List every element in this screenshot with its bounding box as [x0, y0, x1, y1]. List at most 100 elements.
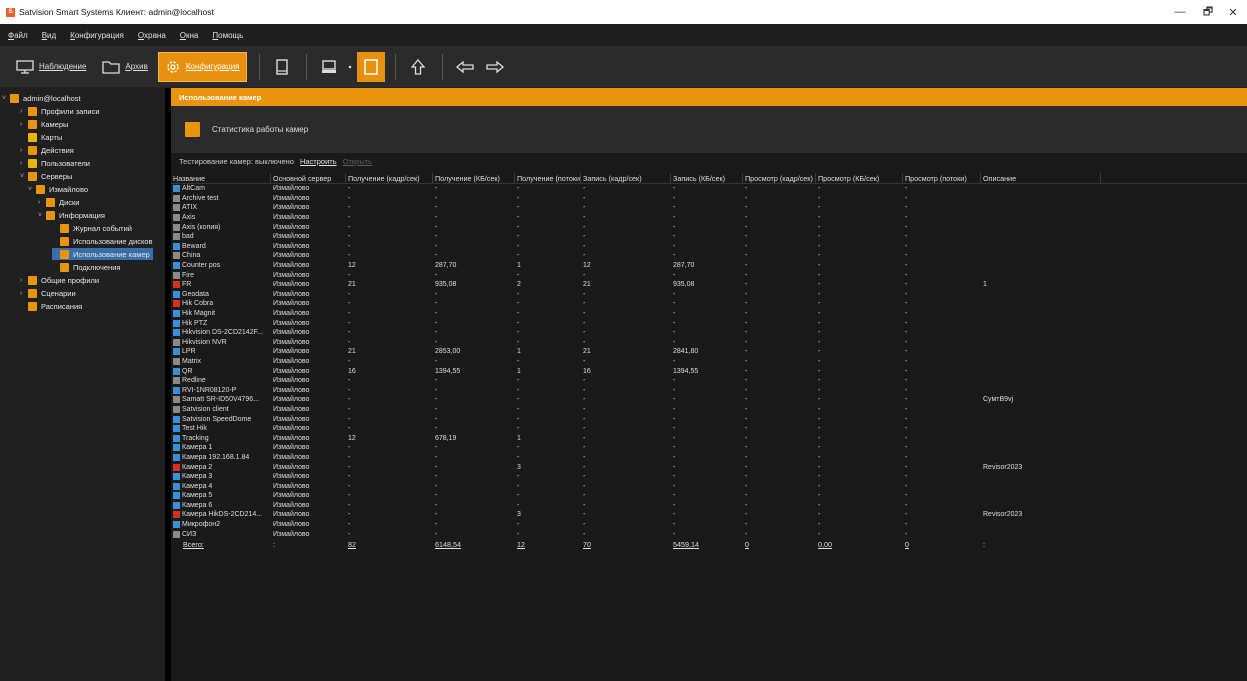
tree-expander-icon[interactable]: ˅: [2, 95, 10, 102]
tree-expander-icon[interactable]: ›: [20, 277, 28, 284]
table-row[interactable]: Камера 5 Измайлово - - - - - - - -: [171, 491, 1247, 501]
table-row[interactable]: Камера 192.168.1.84 Измайлово - - - - - - - -: [171, 453, 1247, 463]
arrow-right-icon[interactable]: [481, 52, 509, 82]
tree-item[interactable]: ˅ Информация: [38, 209, 105, 221]
tree-expander-icon[interactable]: ›: [20, 290, 28, 297]
table-row[interactable]: Камера 3 Измайлово - - - - - - - -: [171, 472, 1247, 482]
archive-button[interactable]: Архив: [96, 52, 153, 82]
arrow-left-icon[interactable]: [451, 52, 479, 82]
table-row[interactable]: LPR Измайлово 21 2853,00 1 21 2841,80 - - -: [171, 347, 1247, 357]
tree-item[interactable]: › Профили записи: [20, 105, 100, 117]
configure-link[interactable]: Настроить: [300, 157, 337, 166]
table-row[interactable]: Geodata Измайлово - - - - - - - -: [171, 290, 1247, 300]
column-header[interactable]: Просмотр (потоки): [903, 173, 981, 183]
table-row[interactable]: ATIX Измайлово - - - - - - - -: [171, 203, 1247, 213]
table-row[interactable]: Hikvision NVR Измайлово - - - - - - - -: [171, 338, 1247, 348]
maximize-button[interactable]: 🗗: [1194, 0, 1222, 24]
table-row[interactable]: Test Hik Измайлово - - - - - - - -: [171, 424, 1247, 434]
column-header[interactable]: Название: [171, 173, 271, 183]
table-row[interactable]: Counter pos Измайлово 12 287,70 1 12 287,70 - - -: [171, 261, 1247, 271]
column-header[interactable]: Просмотр (кадр/сек): [743, 173, 816, 183]
tree-expander-icon[interactable]: ˅: [28, 186, 36, 193]
arrow-up-icon[interactable]: [404, 52, 432, 82]
tree-item[interactable]: ˅ Серверы: [20, 170, 72, 182]
tree-item[interactable]: Журнал событий: [52, 222, 132, 234]
column-header[interactable]: Получение (кадр/сек): [346, 173, 433, 183]
table-cell: [983, 184, 1103, 194]
table-row[interactable]: Hik PTZ Измайлово - - - - - - - -: [171, 318, 1247, 328]
close-button[interactable]: ✕: [1219, 0, 1247, 24]
panel-toggle-icon[interactable]: [356, 51, 385, 82]
table-row[interactable]: Samatt SR-ID50V4796... Измайлово - - - - - - - - С…: [171, 395, 1247, 405]
table-row[interactable]: China Измайлово - - - - - - - -: [171, 251, 1247, 261]
table-cell: -: [583, 415, 586, 423]
table-row[interactable]: Hik Cobra Измайлово - - - - - - - -: [171, 299, 1247, 309]
table-row[interactable]: Камера 1 Измайлово - - - - - - - -: [171, 443, 1247, 453]
table-row[interactable]: СИЗ Измайлово - - - - - - - -: [171, 529, 1247, 539]
table-row[interactable]: Микрофон2 Измайлово - - - - - - - -: [171, 520, 1247, 530]
column-header[interactable]: Получение (потоки): [515, 173, 581, 183]
column-header[interactable]: Описание: [981, 173, 1101, 183]
dropdown-dot-icon[interactable]: [345, 52, 355, 82]
table-row[interactable]: RVI-1NR08120-P Измайлово - - - - - - - -: [171, 385, 1247, 395]
minimize-button[interactable]: —: [1166, 0, 1194, 24]
table-row[interactable]: Redline Измайлово - - - - - - - -: [171, 376, 1247, 386]
single-window-icon[interactable]: [268, 52, 296, 82]
tree-expander-icon[interactable]: ›: [20, 160, 28, 167]
table-row[interactable]: Камера 4 Измайлово - - - - - - - -: [171, 481, 1247, 491]
table-row[interactable]: QR Измайлово 16 1394,55 1 16 1394,55 - - -: [171, 366, 1247, 376]
table-row[interactable]: Камера HikDS-2CD214... Измайлово - - 3 - - - - - R…: [171, 510, 1247, 520]
table-row[interactable]: Axis Измайлово - - - - - - - -: [171, 213, 1247, 223]
menu-help[interactable]: Помощь: [212, 31, 243, 40]
tree-item[interactable]: Расписания: [20, 300, 82, 312]
tree-item[interactable]: ˅ admin@localhost: [2, 92, 81, 104]
tree-item[interactable]: › Диски: [38, 196, 80, 208]
tree-item[interactable]: Подключения: [52, 261, 120, 273]
column-header[interactable]: Запись (КБ/сек): [671, 173, 743, 183]
table-row[interactable]: Beward Измайлово - - - - - - - -: [171, 242, 1247, 252]
tree-item[interactable]: › Камеры: [20, 118, 68, 130]
tree-expander-icon[interactable]: ˅: [20, 173, 28, 180]
table-row[interactable]: Satvision client Измайлово - - - - - - - -: [171, 405, 1247, 415]
monitoring-button[interactable]: Наблюдение: [10, 52, 92, 82]
tree-item[interactable]: › Пользователи: [20, 157, 90, 169]
tree-item[interactable]: › Общие профили: [20, 274, 99, 286]
table-row[interactable]: Камера 2 Измайлово - - 3 - - - - - Revisor2023: [171, 462, 1247, 472]
menu-security[interactable]: Охрана: [138, 31, 166, 40]
tree-expander-icon[interactable]: ˅: [38, 212, 46, 219]
tree-expander-icon[interactable]: ›: [20, 108, 28, 115]
tree-item[interactable]: › Действия: [20, 144, 74, 156]
tree-expander-icon[interactable]: ›: [20, 121, 28, 128]
table-row[interactable]: Satvision SpeedDome Измайлово - - - - - - - -: [171, 414, 1247, 424]
configuration-button[interactable]: Конфигурация: [157, 51, 247, 82]
menu-configuration[interactable]: Конфигурация: [70, 31, 124, 40]
menu-view[interactable]: Вид: [42, 31, 56, 40]
table-row[interactable]: Archive test Измайлово - - - - - - - -: [171, 194, 1247, 204]
table-row[interactable]: Камера 6 Измайлово - - - - - - - -: [171, 501, 1247, 511]
table-header: Название Основной сервер Получение (кадр/с…: [171, 173, 1247, 184]
tree-item[interactable]: ˅ Измайлово: [28, 183, 88, 195]
menu-file[interactable]: Файл: [8, 31, 28, 40]
column-header[interactable]: Основной сервер: [271, 173, 346, 183]
tree-expander-icon[interactable]: ›: [20, 147, 28, 154]
table-row[interactable]: Tracking Измайлово 12 678,19 1 - - - - -: [171, 433, 1247, 443]
tree-item[interactable]: Использование камер: [52, 248, 153, 260]
menu-windows[interactable]: Окна: [180, 31, 199, 40]
tree-expander-icon[interactable]: ›: [38, 199, 46, 206]
table-cell: -: [745, 357, 748, 365]
table-row[interactable]: AltCam Измайлово - - - - - - - -: [171, 184, 1247, 194]
tree-item[interactable]: Использование дисков: [52, 235, 153, 247]
table-row[interactable]: Axis (копия) Измайлово - - - - - - - -: [171, 222, 1247, 232]
tree-item[interactable]: › Сценарии: [20, 287, 76, 299]
column-header[interactable]: Получение (КБ/сек): [433, 173, 515, 183]
column-header[interactable]: Просмотр (КБ/сек): [816, 173, 903, 183]
table-row[interactable]: Hik Magnit Измайлово - - - - - - - -: [171, 309, 1247, 319]
table-row[interactable]: Hikvision DS-2CD2142F... Измайлово - - - - - - -…: [171, 328, 1247, 338]
table-row[interactable]: Fire Измайлово - - - - - - - -: [171, 270, 1247, 280]
table-row[interactable]: bad Измайлово - - - - - - - -: [171, 232, 1247, 242]
table-row[interactable]: FR Измайлово 21 935,08 2 21 935,08 - - - 1: [171, 280, 1247, 290]
column-header[interactable]: Запись (кадр/сек): [581, 173, 671, 183]
workstation-icon[interactable]: [315, 52, 343, 82]
tree-item[interactable]: Карты: [20, 131, 62, 143]
table-row[interactable]: Matrix Измайлово - - - - - - - -: [171, 357, 1247, 367]
